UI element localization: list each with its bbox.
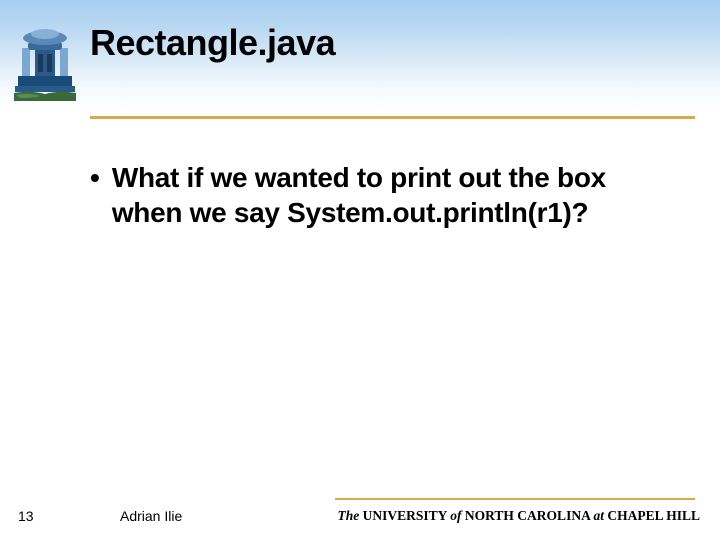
content-area: • What if we wanted to print out the box… (90, 160, 680, 230)
bullet-marker: • (90, 162, 100, 194)
bullet-text: What if we wanted to print out the box w… (112, 160, 680, 230)
title-underline (90, 116, 695, 119)
author-name: Adrian Ilie (120, 508, 182, 524)
slide-title: Rectangle.java (90, 22, 335, 64)
footer: 13 Adrian Ilie The UNIVERSITY of NORTH C… (0, 496, 720, 526)
bullet-item: • What if we wanted to print out the box… (90, 160, 680, 230)
footer-underline (335, 498, 695, 500)
university-attribution: The UNIVERSITY of NORTH CAROLINA at CHAP… (338, 508, 701, 524)
page-number: 13 (18, 508, 34, 524)
unc-logo (10, 28, 80, 103)
